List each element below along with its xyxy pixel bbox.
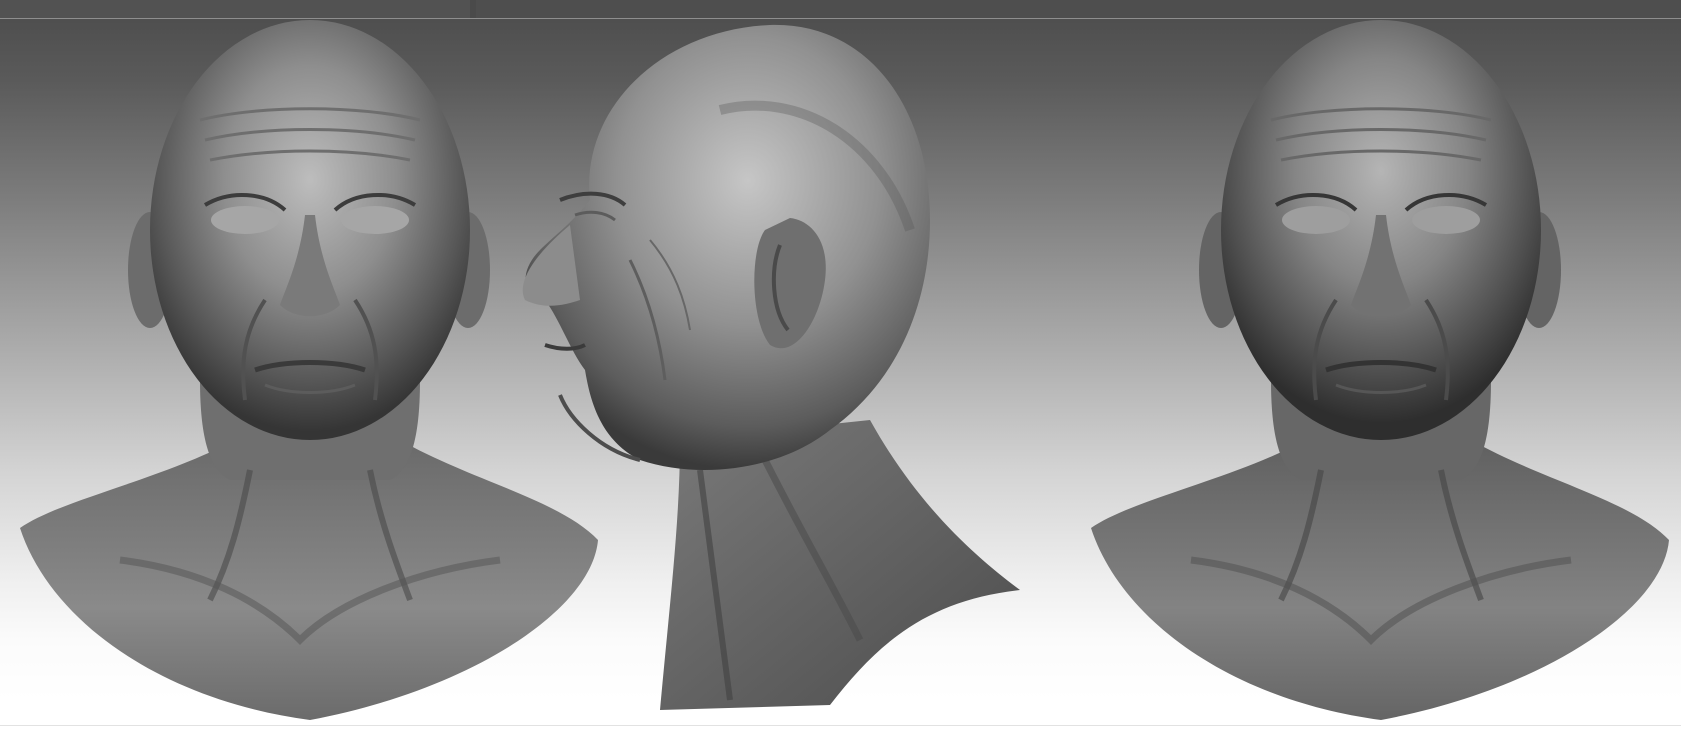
viewport-canvas[interactable] bbox=[0, 0, 1681, 734]
sculpted-bust-profile-icon bbox=[522, 24, 1020, 710]
sculpted-bust-front-icon bbox=[1091, 20, 1669, 720]
bottom-divider bbox=[0, 725, 1681, 726]
